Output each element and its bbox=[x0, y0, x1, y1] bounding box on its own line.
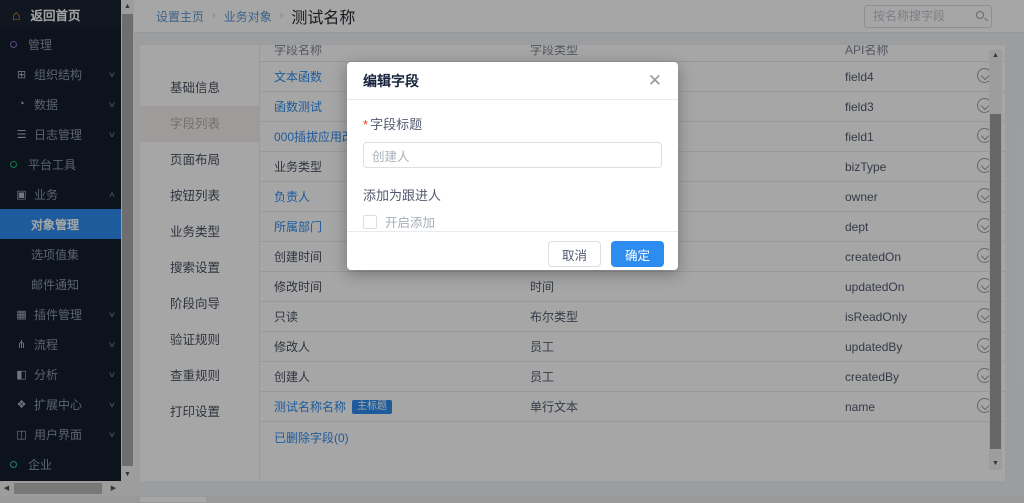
enable-add-checkbox-row[interactable]: 开启添加 bbox=[363, 212, 662, 231]
field-title-input[interactable] bbox=[363, 142, 662, 168]
required-mark: * bbox=[363, 117, 368, 132]
app-window: ⌂ 返回首页 管理 ⊞ 组织结构 ∨ ◔ 数据 ∨ ☰ 日志管理 ∨ 平台工具 … bbox=[0, 0, 1024, 503]
modal-body: *字段标题 添加为跟进人 开启添加 bbox=[347, 100, 678, 231]
modal-footer: 取消 确定 bbox=[347, 231, 678, 276]
enable-add-label: 开启添加 bbox=[385, 212, 435, 231]
checkbox-icon[interactable] bbox=[363, 215, 377, 229]
follow-up-label: 添加为跟进人 bbox=[363, 185, 662, 204]
field-title-label: *字段标题 bbox=[363, 114, 662, 133]
modal-title: 编辑字段 bbox=[363, 71, 419, 91]
cancel-button[interactable]: 取消 bbox=[548, 241, 601, 267]
modal-header: 编辑字段 ✕ bbox=[347, 62, 678, 100]
edit-field-modal: 编辑字段 ✕ *字段标题 添加为跟进人 开启添加 取消 确定 bbox=[347, 62, 678, 270]
ok-button[interactable]: 确定 bbox=[611, 241, 664, 267]
close-icon[interactable]: ✕ bbox=[648, 72, 662, 89]
